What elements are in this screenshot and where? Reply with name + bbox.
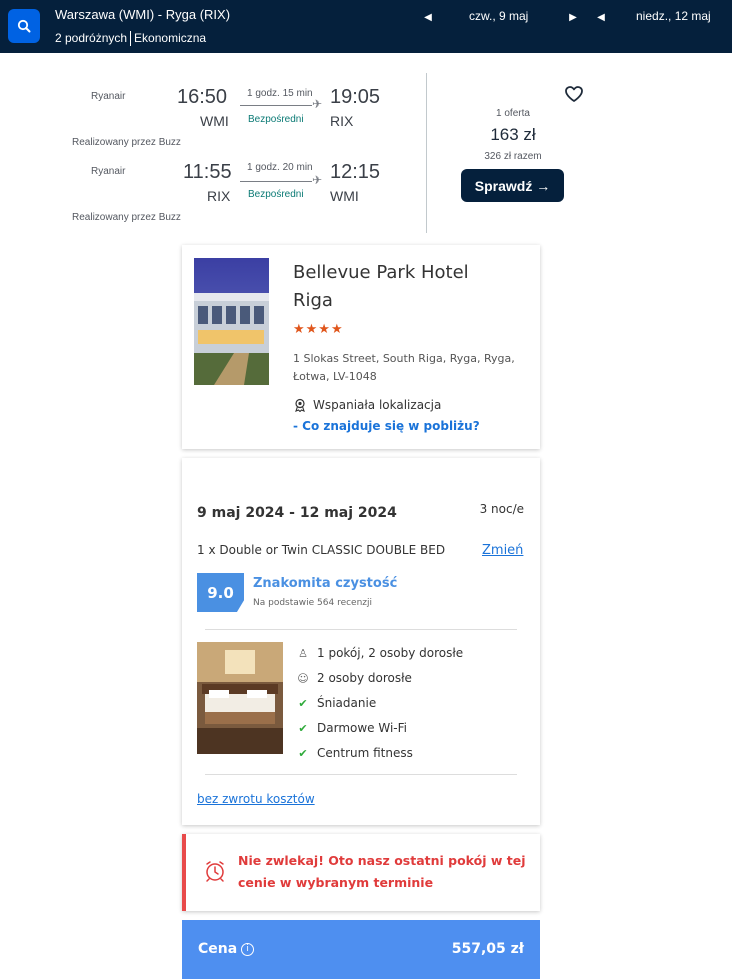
people-icon: ☺ [297,671,309,685]
flight-line [240,181,312,182]
offer-count: 1 oferta [496,108,530,119]
dep-code-outbound: WMI [200,113,229,129]
heart-icon[interactable] [564,84,584,104]
price-bar[interactable]: Cena i 557,05 zł [182,920,540,979]
offer-total: 326 zł razem [484,151,542,162]
price-value: 557,05 zł [451,941,524,957]
arr-code-outbound: RIX [330,113,354,129]
duration-outbound: 1 godz. 15 min [247,88,313,99]
hotel-name[interactable]: Bellevue Park Hotel Riga [293,259,513,315]
nearby-link[interactable]: - Co znajduje się w pobliżu? [293,419,480,433]
stops-return: Bezpośredni [248,189,304,200]
arr-code-return: WMI [330,188,359,204]
flight-divider [426,73,427,233]
change-room-link[interactable]: Zmień [482,543,523,558]
search-button[interactable] [8,9,40,43]
stay-dates: 9 maj 2024 - 12 maj 2024 [197,505,397,521]
airline-outbound: Ryanair [91,91,126,102]
check-icon: ✔ [298,746,308,760]
amenity-item: ✔ Śniadanie [296,696,376,710]
refund-policy-link[interactable]: bez zwrotu kosztów [197,792,315,806]
check-button[interactable]: Sprawdź → [461,169,564,202]
price-label: Cena [198,941,238,957]
amenity-label: Śniadanie [317,696,377,710]
hotel-stars: ★★★★ [293,322,344,337]
hotel-card: Bellevue Park Hotel Riga ★★★★ 1 Slokas S… [182,245,540,449]
location-label: Wspaniała lokalizacja [313,398,442,412]
duration-return: 1 godz. 20 min [247,162,313,173]
depart-next-icon[interactable]: ▶ [568,12,578,23]
amenity-label: 1 pokój, 2 osoby dorosłe [317,646,464,660]
stops-outbound: Bezpośredni [248,114,304,125]
travellers-label: 2 podróżnych [55,31,128,45]
alert-message: Nie zwlekaj! Oto nasz ostatni pokój w te… [238,853,526,890]
rating-label: Znakomita czystość [253,576,398,591]
location-badge: Wspaniała lokalizacja [293,398,441,412]
info-icon[interactable]: i [241,942,255,956]
dep-time-outbound: 16:50 [177,86,228,108]
hotel-photo[interactable] [194,258,269,385]
amenity-item: ☺ 2 osoby dorosłe [296,671,412,685]
offer-price: 163 zł [490,125,536,144]
award-icon [295,398,305,412]
divider [205,629,517,630]
check-icon: ✔ [298,696,308,710]
person-icon: ♙ [298,646,308,660]
room-photo[interactable] [197,642,283,754]
amenity-item: ✔ Darmowe Wi-Fi [296,721,407,735]
dep-code-return: RIX [207,188,231,204]
depart-date[interactable]: czw., 9 maj [469,9,528,23]
route-title[interactable]: Warszawa (WMI) - Ryga (RIX) [55,7,230,22]
amenity-label: 2 osoby dorosłe [317,671,412,685]
rating-badge: 9.0 [197,573,244,612]
flight-line [240,105,312,106]
cabin-label: Ekonomiczna [134,31,207,45]
price-label-row: Cena i [198,941,255,957]
rating-reviews: Na podstawie 564 recenzji [253,598,373,608]
arr-time-return: 12:15 [330,161,381,183]
search-icon [17,19,31,33]
amenity-label: Darmowe Wi-Fi [317,721,407,735]
alarm-clock-icon [206,861,224,882]
amenity-item: ♙ 1 pokój, 2 osoby dorosłe [296,646,463,660]
nights-count: 3 noc/e [479,502,524,516]
amenity-label: Centrum fitness [317,746,413,760]
check-icon: ✔ [298,721,308,735]
arr-time-outbound: 19:05 [330,86,381,108]
room-type: 1 x Double or Twin CLASSIC DOUBLE BED [197,543,446,557]
meta-divider [130,31,132,46]
scarcity-alert: Nie zwlekaj! Oto nasz ostatni pokój w te… [182,834,540,911]
plane-icon: ✈ [312,97,323,111]
airline-return: Ryanair [91,166,126,177]
trip-meta[interactable]: 2 podróżnych Ekonomiczna [55,31,206,46]
operated-by-outbound: Realizowany przez Buzz [72,137,181,148]
operated-by-return: Realizowany przez Buzz [72,212,181,223]
amenity-item: ✔ Centrum fitness [296,746,413,760]
search-header: Warszawa (WMI) - Ryga (RIX) 2 podróżnych… [0,0,732,53]
return-prev-icon[interactable]: ◀ [596,12,606,23]
dep-time-return: 11:55 [183,161,232,183]
hotel-address: 1 Slokas Street, South Riga, Ryga, Ryga,… [293,352,515,383]
plane-icon: ✈ [312,173,323,187]
room-card: 9 maj 2024 - 12 maj 2024 3 noc/e 1 x Dou… [182,458,540,825]
depart-prev-icon[interactable]: ◀ [423,12,433,23]
divider [205,774,517,775]
return-date[interactable]: niedz., 12 maj [636,9,711,23]
